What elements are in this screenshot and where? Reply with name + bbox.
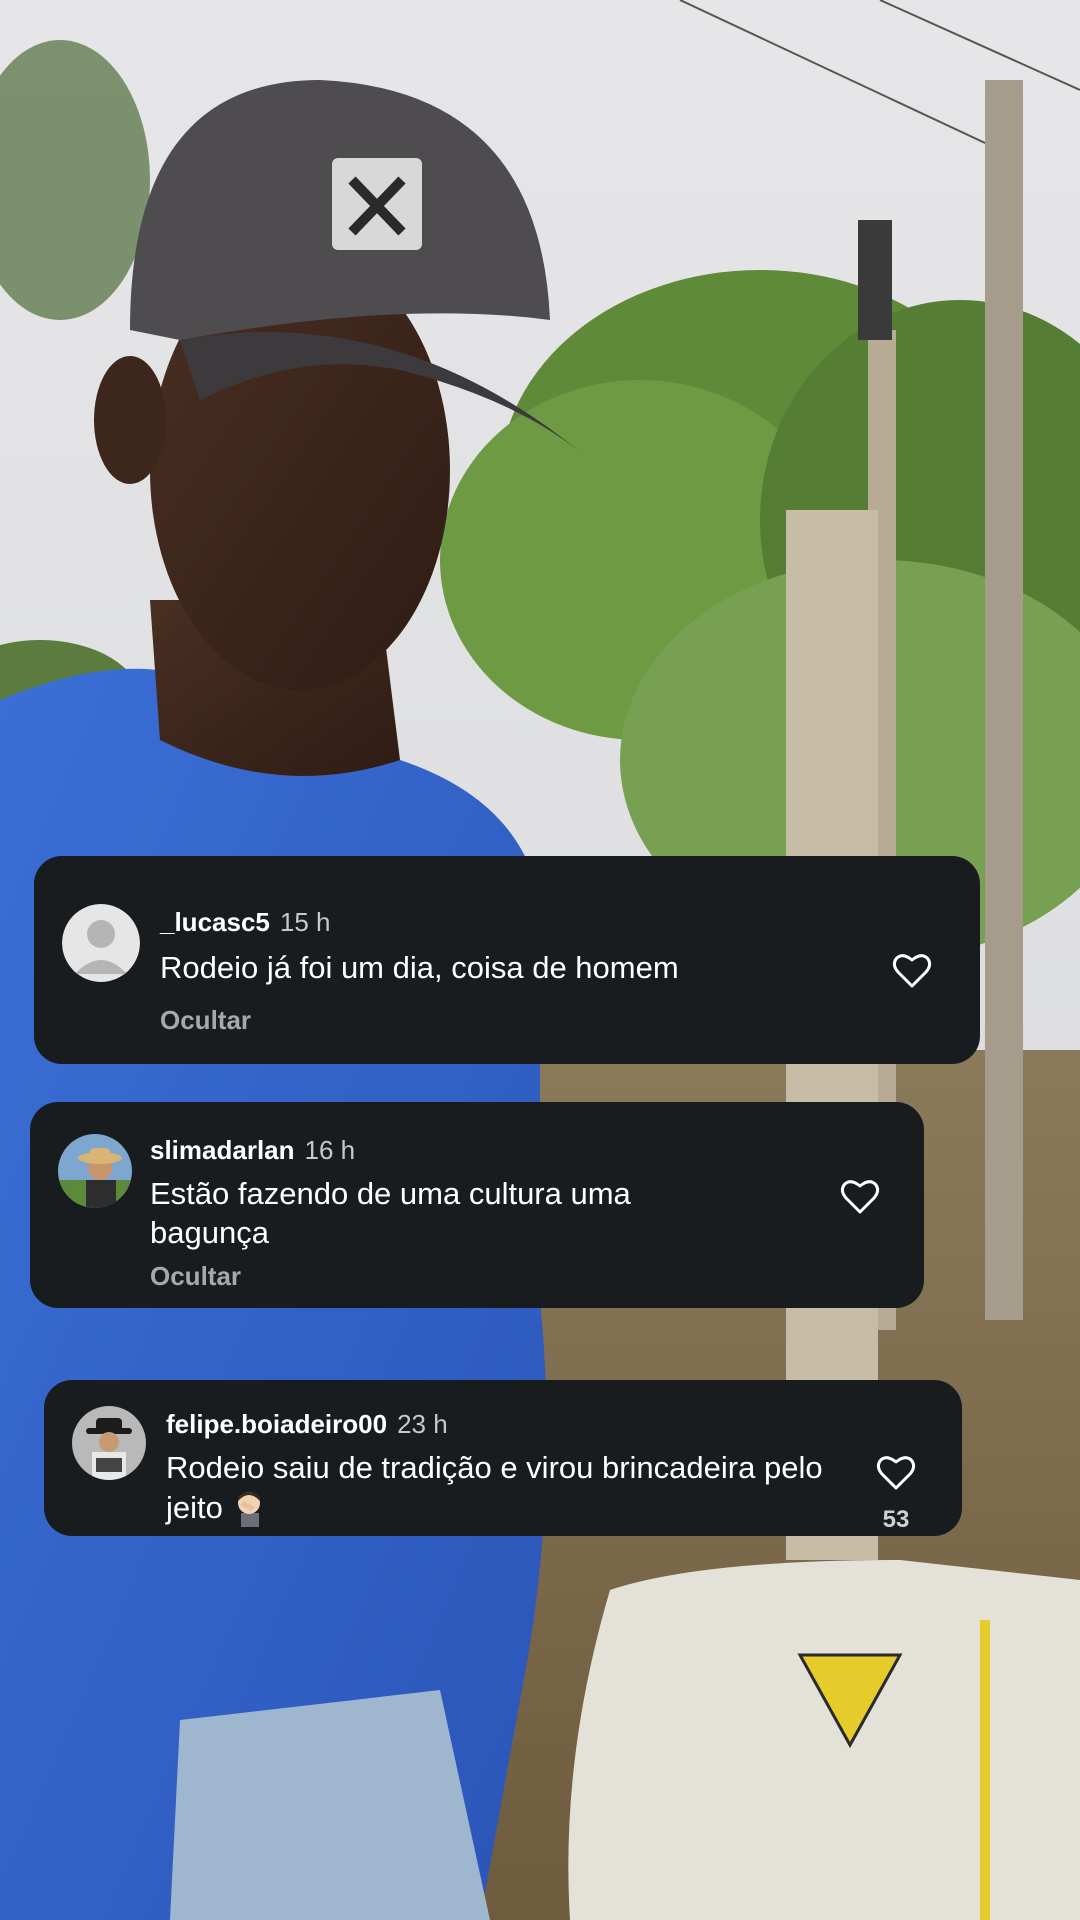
comment-text: Rodeio já foi um dia, coisa de homem bbox=[160, 950, 679, 985]
comment-meta: felipe.boiadeiro00 23 h bbox=[166, 1408, 448, 1440]
comment-timestamp: 16 h bbox=[304, 1135, 356, 1165]
comment-meta: slimadarlan 16 h bbox=[150, 1134, 355, 1166]
facepalm-emoji-icon bbox=[229, 1487, 269, 1527]
comment-username[interactable]: slimadarlan bbox=[150, 1135, 295, 1165]
profile-photo-avatar[interactable] bbox=[72, 1406, 146, 1480]
comment-timestamp: 23 h bbox=[397, 1409, 448, 1439]
heart-icon[interactable] bbox=[876, 1454, 916, 1492]
comment-card[interactable]: slimadarlan 16 h Estão fazendo de uma cul… bbox=[30, 1102, 924, 1308]
comment-card[interactable]: _lucasc5 15 h Rodeio já foi um dia, coisa… bbox=[34, 856, 980, 1064]
comment-card[interactable]: felipe.boiadeiro00 23 h Rodeio saiu de tr… bbox=[44, 1380, 962, 1536]
comment-timestamp: 15 h bbox=[279, 907, 331, 937]
like-count: 53 bbox=[882, 1506, 910, 1533]
heart-icon[interactable] bbox=[840, 1178, 880, 1216]
comment-username[interactable]: _lucasc5 bbox=[160, 907, 270, 937]
default-avatar-icon[interactable] bbox=[62, 904, 140, 982]
hide-comment-button[interactable]: Ocultar bbox=[160, 1004, 251, 1036]
profile-photo-avatar[interactable] bbox=[58, 1134, 132, 1208]
comment-text: Estão fazendo de uma cultura uma bagunça bbox=[150, 1176, 631, 1250]
comment-text: Rodeio saiu de tradição e virou brincade… bbox=[166, 1448, 846, 1527]
hide-comment-button[interactable]: Ocultar bbox=[150, 1260, 241, 1292]
heart-icon[interactable] bbox=[892, 952, 932, 990]
comment-meta: _lucasc5 15 h bbox=[160, 906, 330, 938]
comment-username[interactable]: felipe.boiadeiro00 bbox=[166, 1409, 387, 1439]
